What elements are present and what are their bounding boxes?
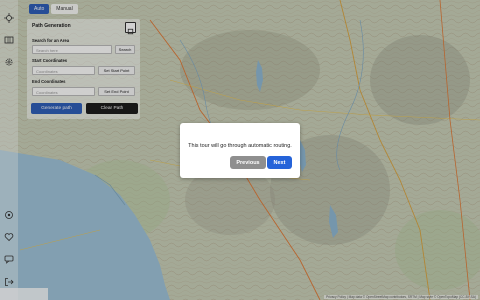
previous-button[interactable]: Previous xyxy=(230,156,266,169)
app-root: Auto Manual Path Generation Search for a… xyxy=(0,0,480,300)
next-button[interactable]: Next xyxy=(267,156,292,169)
tour-dialog: This tour will go through automatic rout… xyxy=(180,123,300,178)
tour-message: This tour will go through automatic rout… xyxy=(188,143,292,149)
